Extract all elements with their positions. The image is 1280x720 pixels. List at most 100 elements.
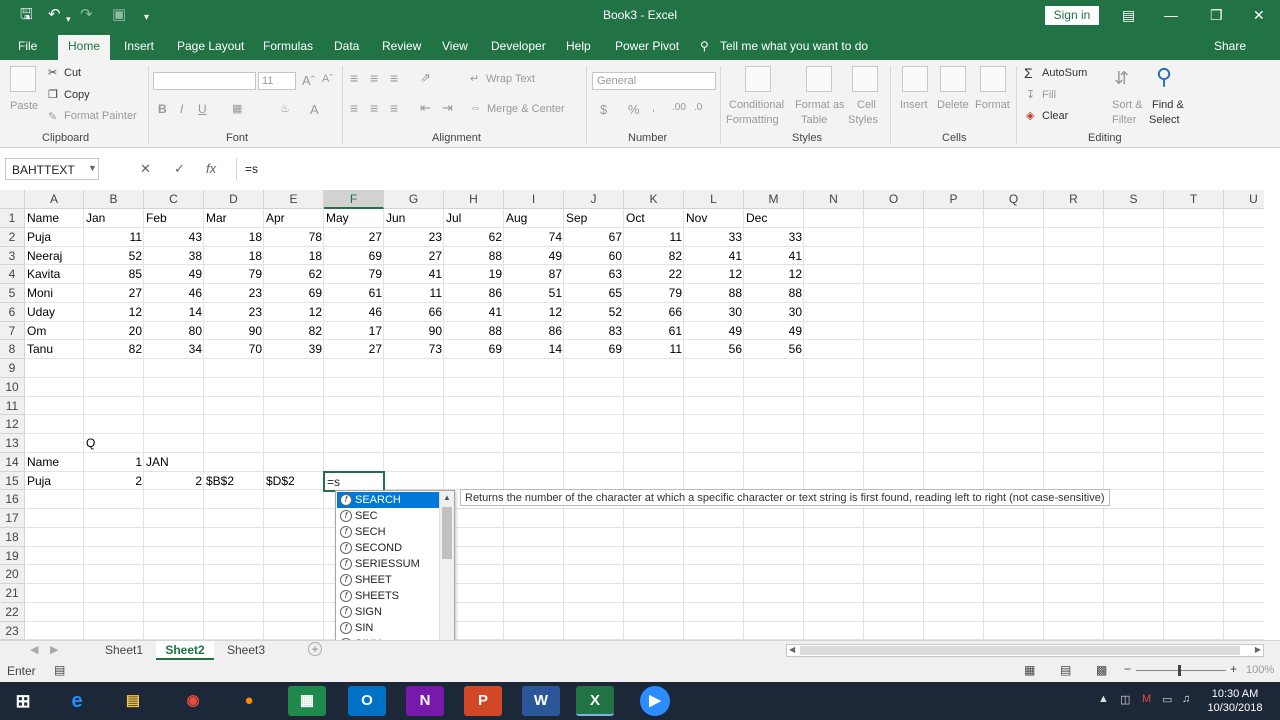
zoom-app-icon[interactable]: ▶ bbox=[640, 686, 670, 716]
font-color-icon[interactable]: A bbox=[310, 102, 319, 117]
header-cell[interactable]: Nov bbox=[684, 209, 744, 228]
value-cell[interactable]: 82 bbox=[264, 322, 324, 341]
cell-d15[interactable]: $B$2 bbox=[204, 472, 264, 491]
decrease-indent-icon[interactable]: ⇤ bbox=[420, 100, 431, 116]
value-cell[interactable]: 51 bbox=[504, 284, 564, 303]
zoom-slider[interactable] bbox=[1136, 670, 1226, 671]
find-select-label-2[interactable]: Select bbox=[1149, 114, 1180, 126]
cell-b14[interactable]: 1 bbox=[84, 453, 144, 472]
column-header-a[interactable]: A bbox=[25, 190, 84, 209]
value-cell[interactable]: 23 bbox=[204, 284, 264, 303]
value-cell[interactable]: 88 bbox=[744, 284, 804, 303]
value-cell[interactable]: 38 bbox=[144, 247, 204, 266]
value-cell[interactable]: 86 bbox=[504, 322, 564, 341]
header-cell[interactable]: Oct bbox=[624, 209, 684, 228]
value-cell[interactable]: 65 bbox=[564, 284, 624, 303]
row-header-12[interactable]: 12 bbox=[0, 415, 25, 434]
zoom-level[interactable]: 100% bbox=[1246, 664, 1274, 676]
tab-review[interactable]: Review bbox=[382, 39, 421, 53]
tray-chevron-icon[interactable]: ▲ bbox=[1098, 693, 1109, 705]
enter-formula-button[interactable]: ✓ bbox=[174, 161, 185, 177]
value-cell[interactable]: 82 bbox=[624, 247, 684, 266]
value-cell[interactable]: 34 bbox=[144, 340, 204, 359]
value-cell[interactable]: 60 bbox=[564, 247, 624, 266]
value-cell[interactable]: 79 bbox=[204, 265, 264, 284]
tab-power-pivot[interactable]: Power Pivot bbox=[615, 39, 679, 53]
next-sheet-icon[interactable]: ▶ bbox=[50, 643, 58, 656]
align-bottom-icon[interactable]: ≡ bbox=[390, 70, 398, 86]
taskbar-clock[interactable]: 10:30 AM 10/30/2018 bbox=[1200, 687, 1270, 715]
increase-font-icon[interactable]: Aˆ bbox=[302, 73, 315, 88]
firefox-icon[interactable]: ● bbox=[230, 686, 268, 716]
worksheet-grid[interactable]: A B C D E F G H I J K L M N O P Q R S T U 1 2 3 4 5 6 7 8 9 10 11 12 13 14… bbox=[0, 190, 1264, 640]
value-cell[interactable]: 23 bbox=[204, 303, 264, 322]
close-icon[interactable]: ✕ bbox=[1253, 7, 1265, 24]
autocomplete-item[interactable]: f SEC bbox=[337, 508, 439, 524]
cell-a14[interactable]: Name bbox=[25, 453, 84, 472]
header-cell[interactable]: Mar bbox=[204, 209, 264, 228]
tab-insert[interactable]: Insert bbox=[124, 39, 154, 53]
value-cell[interactable]: 12 bbox=[264, 303, 324, 322]
decrease-decimal-icon[interactable]: .0 bbox=[694, 102, 702, 113]
value-cell[interactable]: 61 bbox=[324, 284, 384, 303]
name-cell[interactable]: Uday bbox=[25, 303, 84, 322]
value-cell[interactable]: 11 bbox=[384, 284, 444, 303]
row-header-23[interactable]: 23 bbox=[0, 621, 25, 640]
value-cell[interactable]: 14 bbox=[144, 303, 204, 322]
share-button[interactable]: Share bbox=[1214, 39, 1246, 53]
autocomplete-item[interactable]: f SECH bbox=[337, 524, 439, 540]
value-cell[interactable]: 27 bbox=[324, 228, 384, 247]
value-cell[interactable]: 49 bbox=[504, 247, 564, 266]
header-cell[interactable]: Jul bbox=[444, 209, 504, 228]
cell-styles-label[interactable]: Cell bbox=[857, 99, 876, 111]
autocomplete-item[interactable]: f SEARCH bbox=[337, 492, 439, 508]
cut-button[interactable]: Cut bbox=[64, 67, 81, 79]
row-header-8[interactable]: 8 bbox=[0, 340, 25, 359]
decrease-font-icon[interactable]: Aˇ bbox=[322, 73, 333, 85]
increase-indent-icon[interactable]: ⇥ bbox=[442, 100, 453, 116]
cell-a15[interactable]: Puja bbox=[25, 472, 84, 491]
insert-cells-button[interactable]: Insert bbox=[900, 99, 928, 111]
insert-function-button[interactable]: fx bbox=[206, 161, 216, 176]
value-cell[interactable]: 27 bbox=[84, 284, 144, 303]
sort-filter-icon[interactable]: ⇵ bbox=[1114, 68, 1129, 89]
header-cell[interactable]: Sep bbox=[564, 209, 624, 228]
value-cell[interactable]: 18 bbox=[204, 228, 264, 247]
font-name-select[interactable] bbox=[153, 72, 256, 90]
value-cell[interactable]: 18 bbox=[204, 247, 264, 266]
value-cell[interactable]: 69 bbox=[444, 340, 504, 359]
normal-view-icon[interactable]: ▦ bbox=[1024, 663, 1035, 677]
autocomplete-item[interactable]: f SIGN bbox=[337, 604, 439, 620]
value-cell[interactable]: 56 bbox=[744, 340, 804, 359]
horizontal-scroll-thumb[interactable] bbox=[800, 646, 1240, 655]
word-icon[interactable]: W bbox=[522, 686, 560, 716]
windows-start-icon[interactable]: ⊞ bbox=[4, 686, 42, 716]
value-cell[interactable]: 19 bbox=[444, 265, 504, 284]
value-cell[interactable]: 90 bbox=[204, 322, 264, 341]
orientation-icon[interactable]: ⇗ bbox=[420, 70, 431, 86]
internet-explorer-icon[interactable]: e bbox=[58, 686, 96, 716]
row-header-14[interactable]: 14 bbox=[0, 452, 25, 472]
value-cell[interactable]: 86 bbox=[444, 284, 504, 303]
row-header-4[interactable]: 4 bbox=[0, 265, 25, 284]
tab-home[interactable]: Home bbox=[58, 35, 111, 60]
value-cell[interactable]: 63 bbox=[564, 265, 624, 284]
tab-file[interactable]: File bbox=[18, 39, 37, 53]
column-header-q[interactable]: Q bbox=[984, 190, 1044, 209]
delete-cells-button[interactable]: Delete bbox=[937, 99, 969, 111]
clear-button[interactable]: Clear bbox=[1042, 110, 1068, 122]
chrome-icon[interactable]: ◉ bbox=[174, 686, 212, 716]
calendar-app-icon[interactable]: ▦ bbox=[288, 686, 326, 716]
value-cell[interactable]: 90 bbox=[384, 322, 444, 341]
paste-button[interactable]: Paste bbox=[10, 100, 38, 112]
delete-cells-icon[interactable] bbox=[940, 66, 966, 92]
format-as-table-label[interactable]: Format as bbox=[795, 99, 845, 111]
underline-button[interactable]: U bbox=[198, 102, 207, 116]
zoom-out-icon[interactable]: − bbox=[1124, 662, 1131, 676]
header-cell[interactable]: Name bbox=[25, 209, 84, 228]
outlook-icon[interactable]: O bbox=[348, 686, 386, 716]
row-header-13[interactable]: 13 bbox=[0, 434, 25, 453]
column-header-k[interactable]: K bbox=[624, 190, 684, 209]
tab-formulas[interactable]: Formulas bbox=[263, 39, 313, 53]
powerpoint-icon[interactable]: P bbox=[464, 686, 502, 716]
